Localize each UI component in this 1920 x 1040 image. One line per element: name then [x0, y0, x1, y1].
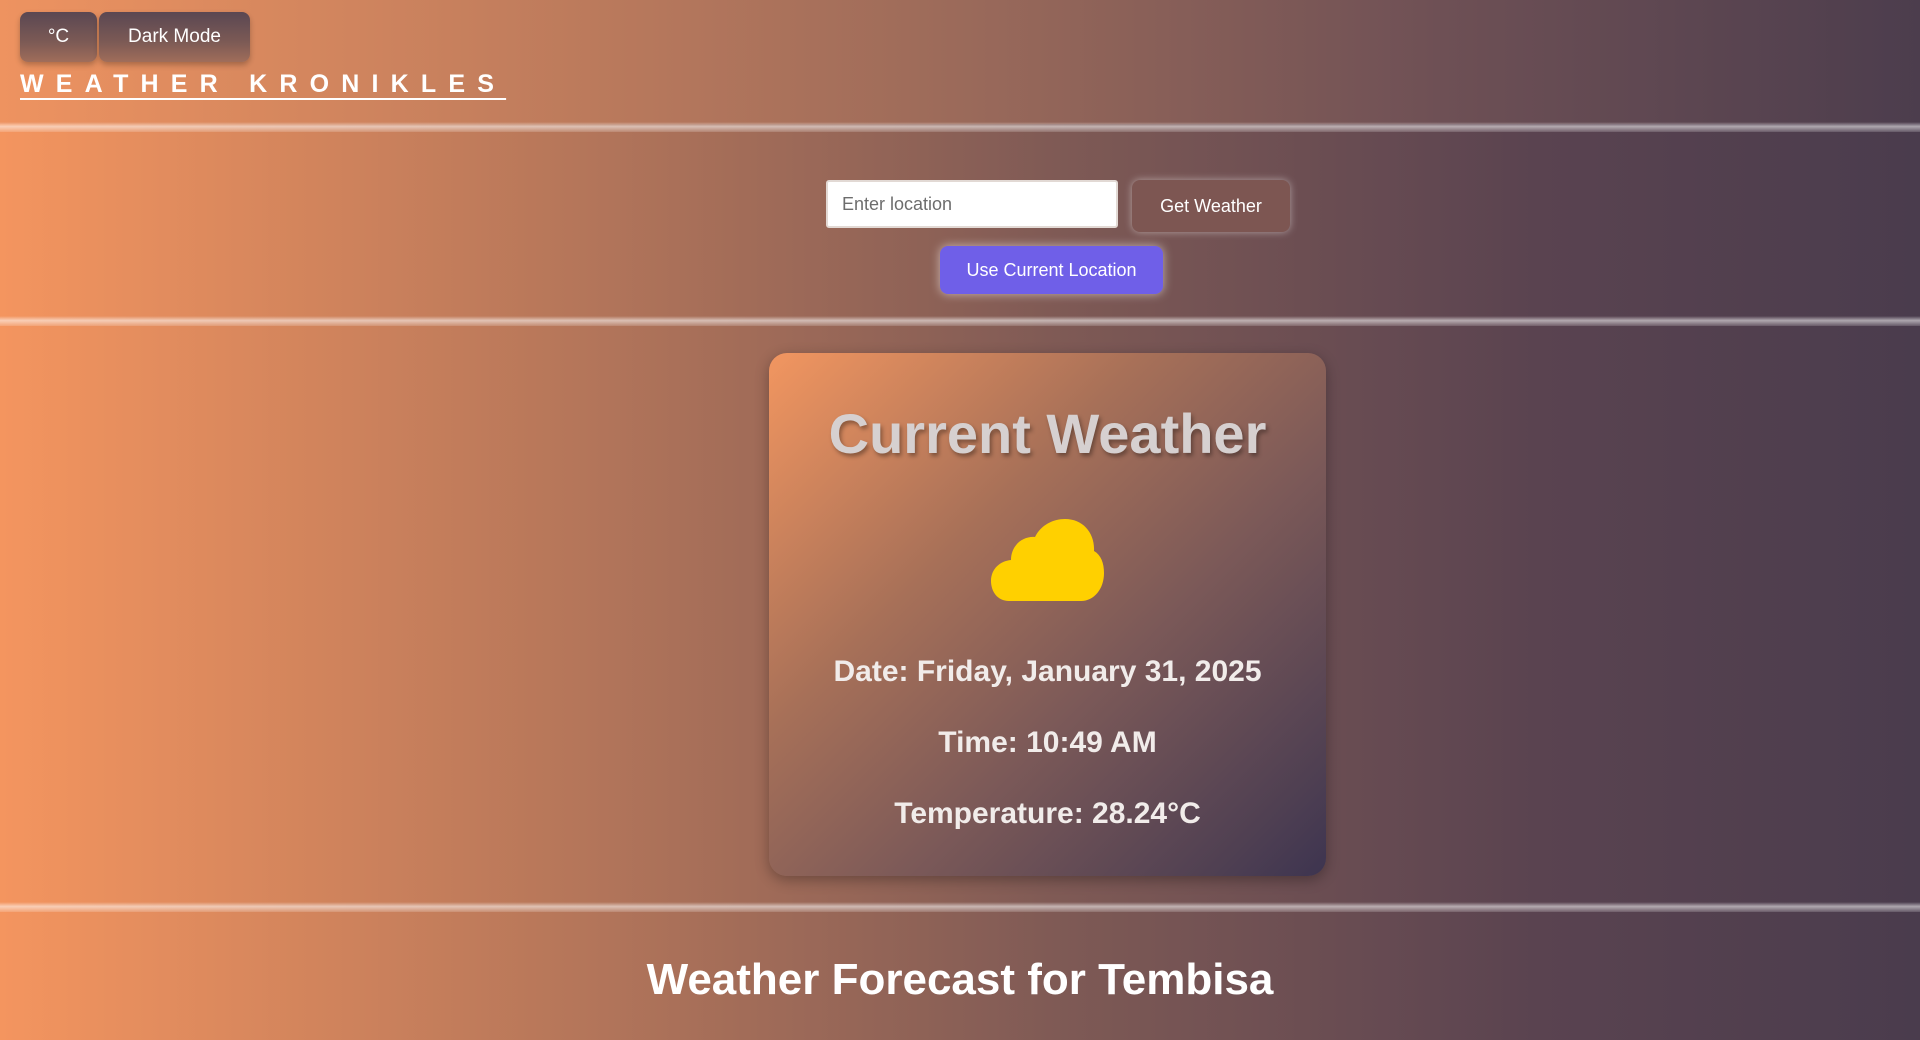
- get-weather-button[interactable]: Get Weather: [1132, 180, 1290, 232]
- card-title: Current Weather: [828, 402, 1267, 465]
- dark-mode-button[interactable]: Dark Mode: [99, 12, 250, 62]
- use-current-location-button[interactable]: Use Current Location: [940, 246, 1163, 294]
- current-weather-card: Current Weather Date: Friday, January 31…: [769, 353, 1326, 876]
- weather-date: Date: Friday, January 31, 2025: [833, 655, 1262, 688]
- unit-toggle-button[interactable]: °C: [20, 12, 97, 62]
- divider: [0, 902, 1920, 912]
- weather-time: Time: 10:49 AM: [938, 726, 1157, 759]
- header: °C Dark Mode WEATHER KRONIKLES: [0, 0, 1920, 124]
- weather-temperature: Temperature: 28.24°C: [894, 797, 1201, 830]
- cloud-icon: [991, 519, 1104, 601]
- divider: [0, 122, 1920, 132]
- forecast-heading: Weather Forecast for Tembisa: [646, 955, 1274, 1004]
- search-row: Get Weather: [826, 180, 1290, 232]
- divider: [0, 316, 1920, 326]
- location-input[interactable]: [826, 180, 1118, 228]
- site-title: WEATHER KRONIKLES: [20, 70, 507, 98]
- top-button-group: °C Dark Mode: [20, 12, 250, 62]
